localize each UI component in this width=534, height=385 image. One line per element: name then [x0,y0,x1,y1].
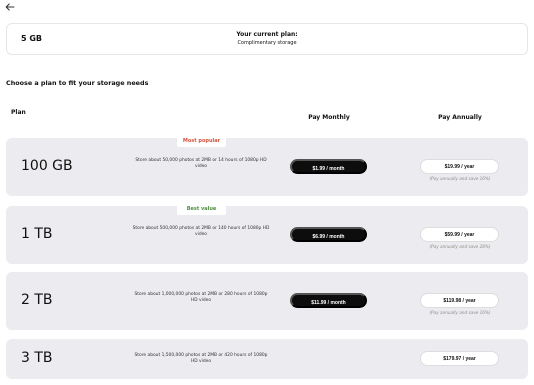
plan-description: Store about 500,000 photos at 2MB or 140… [132,226,270,237]
monthly-price-button[interactable]: $11.99 / month [290,293,367,308]
monthly-price-button[interactable]: $6.99 / month [290,227,367,242]
annual-savings-note: (Pay annually and save 28%) [429,244,491,249]
best-value-badge: Best value [177,203,226,215]
plan-size: 1 TB [21,226,53,242]
current-plan-subtitle: Complimentary storage [237,40,297,46]
annual-savings-note: (Pay annually and save 16%) [429,176,491,181]
plan-description: Store about 50,000 photos at 2MB or 14 h… [135,158,267,169]
plan-row-100gb: Most popular 100 GB Store about 50,000 p… [6,135,528,196]
plan-size: 2 TB [21,292,53,308]
plan-row-2tb: 2 TB Store about 1,000,000 photos at 2MB… [6,272,528,330]
plan-size: 3 TB [21,350,53,366]
plan-description: Store about 1,500,000 photos at 2MB or 4… [134,353,268,364]
current-plan-card: 5 GB Your current plan: Complimentary st… [6,23,528,55]
plan-row-1tb: Best value 1 TB Store about 500,000 phot… [6,203,528,264]
most-popular-badge: Most popular [177,135,226,147]
plan-column-header: Plan [11,109,26,116]
annual-price-button[interactable]: $19.99 / year [420,159,499,174]
annual-price-button[interactable]: $59.99 / year [420,227,499,242]
plan-row-3tb: 3 TB Store about 1,500,000 photos at 2MB… [6,339,528,379]
annual-price-button[interactable]: $179.97 / year [420,351,499,366]
back-arrow-icon[interactable] [4,1,16,13]
current-plan-size: 5 GB [21,34,43,43]
section-title: Choose a plan to fit your storage needs [6,79,149,87]
monthly-column-header: Pay Monthly [308,114,350,121]
annual-price-button[interactable]: $119.98 / year [420,293,499,308]
annual-column-header: Pay Annually [438,114,482,121]
plan-description: Store about 1,000,000 photos at 2MB or 2… [134,292,268,303]
plan-size: 100 GB [21,158,73,174]
monthly-price-button[interactable]: $1.99 / month [290,159,367,174]
annual-savings-note: (Pay annually and save 16%) [429,310,491,315]
current-plan-title: Your current plan: [236,31,298,38]
